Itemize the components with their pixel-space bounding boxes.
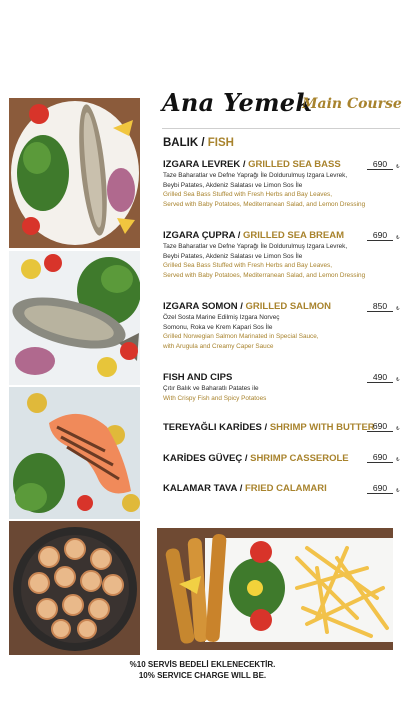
item-name-en: GRILLED SEA BASS	[248, 159, 341, 170]
item-name-en: SHRIMP CASSEROLE	[250, 453, 349, 464]
item-desc-tr: Beybi Patates, Akdeniz Salatası ve Limon…	[163, 181, 303, 189]
service-charge-note-tr: %10 SERVİS BEDELİ EKLENECEKTİR.	[129, 660, 276, 669]
item-desc-tr: Taze Baharatlar ve Defne Yaprağı İle Dol…	[163, 243, 348, 250]
item-desc-tr: Çıtır Balık ve Baharatlı Patates ile	[163, 385, 259, 392]
grilled-sea-bream-photo	[9, 251, 140, 385]
item-price: 690	[367, 483, 393, 494]
section-title-tr: BALIK /	[163, 137, 208, 149]
item-price: 690	[367, 230, 393, 241]
header-divider	[162, 128, 400, 129]
currency-symbol: ₺	[396, 488, 400, 494]
fried-calamari-photo	[157, 528, 393, 650]
item-desc-tr: Beybi Patates, Akdeniz Salatası ve Limon…	[163, 252, 303, 260]
currency-symbol: ₺	[396, 235, 400, 241]
section-title: BALIK / FISH	[163, 137, 234, 149]
item-name-en: GRILLED SEA BREAM	[243, 230, 345, 241]
grilled-salmon-photo	[9, 387, 140, 519]
item-desc-en: Served with Baby Potatoes, Mediterranean…	[163, 200, 366, 208]
shrimp-casserole-photo	[9, 521, 140, 655]
item-desc-tr: Taze Baharatlar ve Defne Yaprağı İle Dol…	[163, 172, 348, 179]
item-desc-en: with Arugula and Creamy Caper Sauce	[163, 342, 274, 350]
item-name-tr: KALAMAR TAVA /	[163, 483, 245, 494]
item-price: 850	[367, 301, 393, 312]
page-title: Ana Yemek	[162, 88, 313, 117]
item-name-tr: IZGARA ÇUPRA /	[163, 230, 244, 241]
item-desc-en: Grilled Norwegian Salmon Marinated in Sp…	[163, 333, 319, 340]
item-name-en: GRILLED SALMON	[245, 301, 332, 312]
item-name-tr: IZGARA SOMON /	[163, 301, 246, 312]
currency-symbol: ₺	[396, 164, 400, 170]
item-name-en: SHRIMP WITH BUTTER	[269, 422, 375, 433]
menu-header: Ana Yemek Main Course	[162, 88, 402, 128]
item-name-tr: KARİDES GÜVEÇ /	[163, 453, 251, 464]
item-desc-tr: Özel Sosta Marine Edilmiş Izgara Norveç	[163, 314, 280, 321]
item-price: 490	[367, 372, 393, 383]
item-name-tr: TEREYAĞLI KARİDES /	[163, 422, 270, 433]
item-price: 690	[367, 421, 393, 432]
grilled-sea-bass-photo	[9, 98, 140, 248]
item-price: 690	[367, 159, 393, 170]
item-desc-en: Grilled Sea Bass Stuffed with Fresh Herb…	[163, 191, 332, 198]
item-desc-en: Served with Baby Potatoes, Mediterranean…	[163, 271, 366, 279]
currency-symbol: ₺	[396, 457, 400, 463]
item-name-en: FRIED CALAMARI	[244, 483, 327, 494]
item-name-tr: FISH AND CIPS	[163, 372, 233, 383]
section-title-en: FISH	[207, 137, 234, 149]
item-desc-en: Grilled Sea Bass Stuffed with Fresh Herb…	[163, 262, 332, 269]
currency-symbol: ₺	[396, 426, 400, 432]
currency-symbol: ₺	[396, 306, 400, 312]
item-desc-en: With Crispy Fish and Spicy Potatoes	[163, 394, 267, 402]
page-subtitle: Main Course	[302, 96, 402, 112]
item-name-tr: IZGARA LEVREK /	[163, 159, 249, 170]
service-charge-note-en: 10% SERVICE CHARGE WILL BE.	[138, 671, 267, 680]
item-desc-tr: Somonu, Roka ve Krem Kapari Sos İle	[163, 323, 273, 331]
item-price: 690	[367, 452, 393, 463]
currency-symbol: ₺	[396, 377, 400, 383]
